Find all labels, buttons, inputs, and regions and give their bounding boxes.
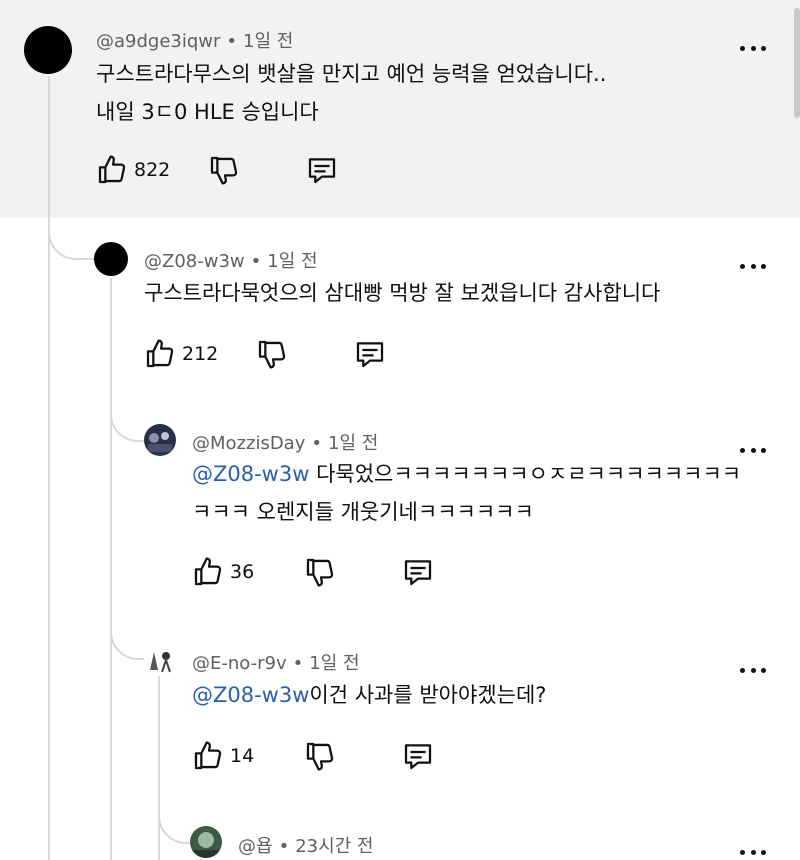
reply-button[interactable] (354, 338, 386, 370)
comment-actions: 36 (192, 556, 452, 592)
comment-line: 구스트라다묵엇으의 삼대빵 먹방 잘 보겠읍니다 감사합니다 (144, 281, 661, 305)
mention-link[interactable]: @Z08-w3w (192, 462, 309, 486)
timestamp[interactable]: 1일 전 (267, 251, 317, 272)
author-name[interactable]: @욥 (238, 836, 273, 857)
comment-text: 구스트라다묵엇으의 삼대빵 먹방 잘 보겠읍니다 감사합니다 (144, 274, 660, 312)
reply-icon (354, 338, 386, 370)
dislike-icon (208, 154, 240, 186)
avatar[interactable] (94, 242, 128, 276)
dislike-button[interactable] (304, 556, 336, 588)
comment-actions: 822 (96, 154, 356, 190)
scrollbar[interactable] (794, 8, 800, 118)
more-options-icon[interactable] (740, 446, 766, 454)
thread-line (158, 674, 160, 860)
comment-meta: @Z08-w3w • 1일 전 (144, 251, 318, 272)
like-button[interactable]: 36 (192, 556, 254, 588)
comment-text: @Z08-w3w이건 사과를 받아야겠는데? (192, 676, 546, 714)
comment-line: 구스트라다무스의 뱃살을 만지고 예언 능력을 얻었습니다.. (96, 62, 607, 86)
like-icon (192, 556, 224, 588)
more-options-icon[interactable] (740, 666, 766, 674)
reply-icon (306, 154, 338, 186)
like-button[interactable]: 822 (96, 154, 170, 186)
like-count: 822 (134, 159, 171, 181)
comment-line: @Z08-w3w 다묵었으ㅋㅋㅋㅋㅋㅋㅋㅇㅈㄹㅋㅋㅋㅋㅋㅋㅋㅋ (192, 455, 741, 493)
comment-line-text: 이건 사과를 받아야겠는데? (309, 683, 547, 707)
like-count: 36 (230, 561, 255, 583)
like-button[interactable]: 212 (144, 338, 218, 370)
dislike-icon (256, 338, 288, 370)
thread-line (110, 278, 112, 860)
comment-meta: @욥 • 23시간 전 (238, 836, 374, 857)
avatar[interactable] (190, 826, 222, 858)
avatar-image (148, 432, 172, 452)
dislike-button[interactable] (256, 338, 288, 370)
like-button[interactable]: 14 (192, 740, 254, 772)
comment-text: @Z08-w3w 다묵었으ㅋㅋㅋㅋㅋㅋㅋㅇㅈㄹㅋㅋㅋㅋㅋㅋㅋㅋ ㅋㅋㅋ 오렌지들… (192, 455, 741, 531)
comment-meta: @a9dge3iqwr • 1일 전 (96, 31, 294, 52)
reply-icon (402, 740, 434, 772)
mention-link[interactable]: @Z08-w3w (192, 683, 309, 707)
thread-connector (48, 200, 98, 260)
dislike-icon (304, 556, 336, 588)
more-options-icon[interactable] (740, 44, 766, 52)
like-count: 14 (230, 745, 255, 767)
timestamp[interactable]: 1일 전 (243, 31, 293, 52)
author-name[interactable]: @a9dge3iqwr (96, 31, 220, 52)
comment-text: 구스트라다무스의 뱃살을 만지고 예언 능력을 얻었습니다.. 내일 3ㄷ0 H… (96, 55, 606, 131)
reply-button[interactable] (402, 740, 434, 772)
timestamp[interactable]: 23시간 전 (295, 836, 373, 857)
reply-icon (402, 556, 434, 588)
avatar[interactable] (144, 424, 176, 456)
avatar[interactable] (24, 26, 72, 74)
comment-meta: @MozzisDay • 1일 전 (192, 433, 379, 454)
avatar-image (150, 652, 171, 673)
like-count: 212 (182, 343, 219, 365)
reply-button[interactable] (306, 154, 338, 186)
comment-line: @Z08-w3w이건 사과를 받아야겠는데? (192, 676, 546, 714)
author-name[interactable]: @Z08-w3w (144, 251, 245, 272)
dislike-button[interactable] (208, 154, 240, 186)
thread-connector (110, 620, 146, 660)
like-icon (144, 338, 176, 370)
comment-meta: @E-no-r9v • 1일 전 (192, 653, 360, 674)
comment-line-text: 다묵었으ㅋㅋㅋㅋㅋㅋㅋㅇㅈㄹㅋㅋㅋㅋㅋㅋㅋㅋ (309, 462, 742, 486)
like-icon (192, 740, 224, 772)
timestamp[interactable]: 1일 전 (309, 653, 359, 674)
thread-connector (158, 804, 192, 844)
comment-line: 내일 3ㄷ0 HLE 승입니다 (96, 100, 319, 124)
comment-line: ㅋㅋㅋ 오렌지들 개웃기네ㅋㅋㅋㅋㅋㅋ (192, 500, 534, 524)
more-options-icon[interactable] (740, 262, 766, 270)
more-options-icon[interactable] (740, 848, 766, 856)
reply-button[interactable] (402, 556, 434, 588)
author-name[interactable]: @E-no-r9v (192, 653, 287, 674)
comment-actions: 14 (192, 740, 452, 776)
thread-connector (110, 400, 146, 442)
dislike-button[interactable] (304, 740, 336, 772)
avatar-image (190, 832, 222, 858)
timestamp[interactable]: 1일 전 (328, 433, 378, 454)
dislike-icon (304, 740, 336, 772)
author-name[interactable]: @MozzisDay (192, 433, 305, 454)
thread-line (48, 76, 50, 860)
comment-actions: 212 (144, 338, 404, 374)
avatar[interactable] (144, 644, 176, 676)
like-icon (96, 154, 128, 186)
